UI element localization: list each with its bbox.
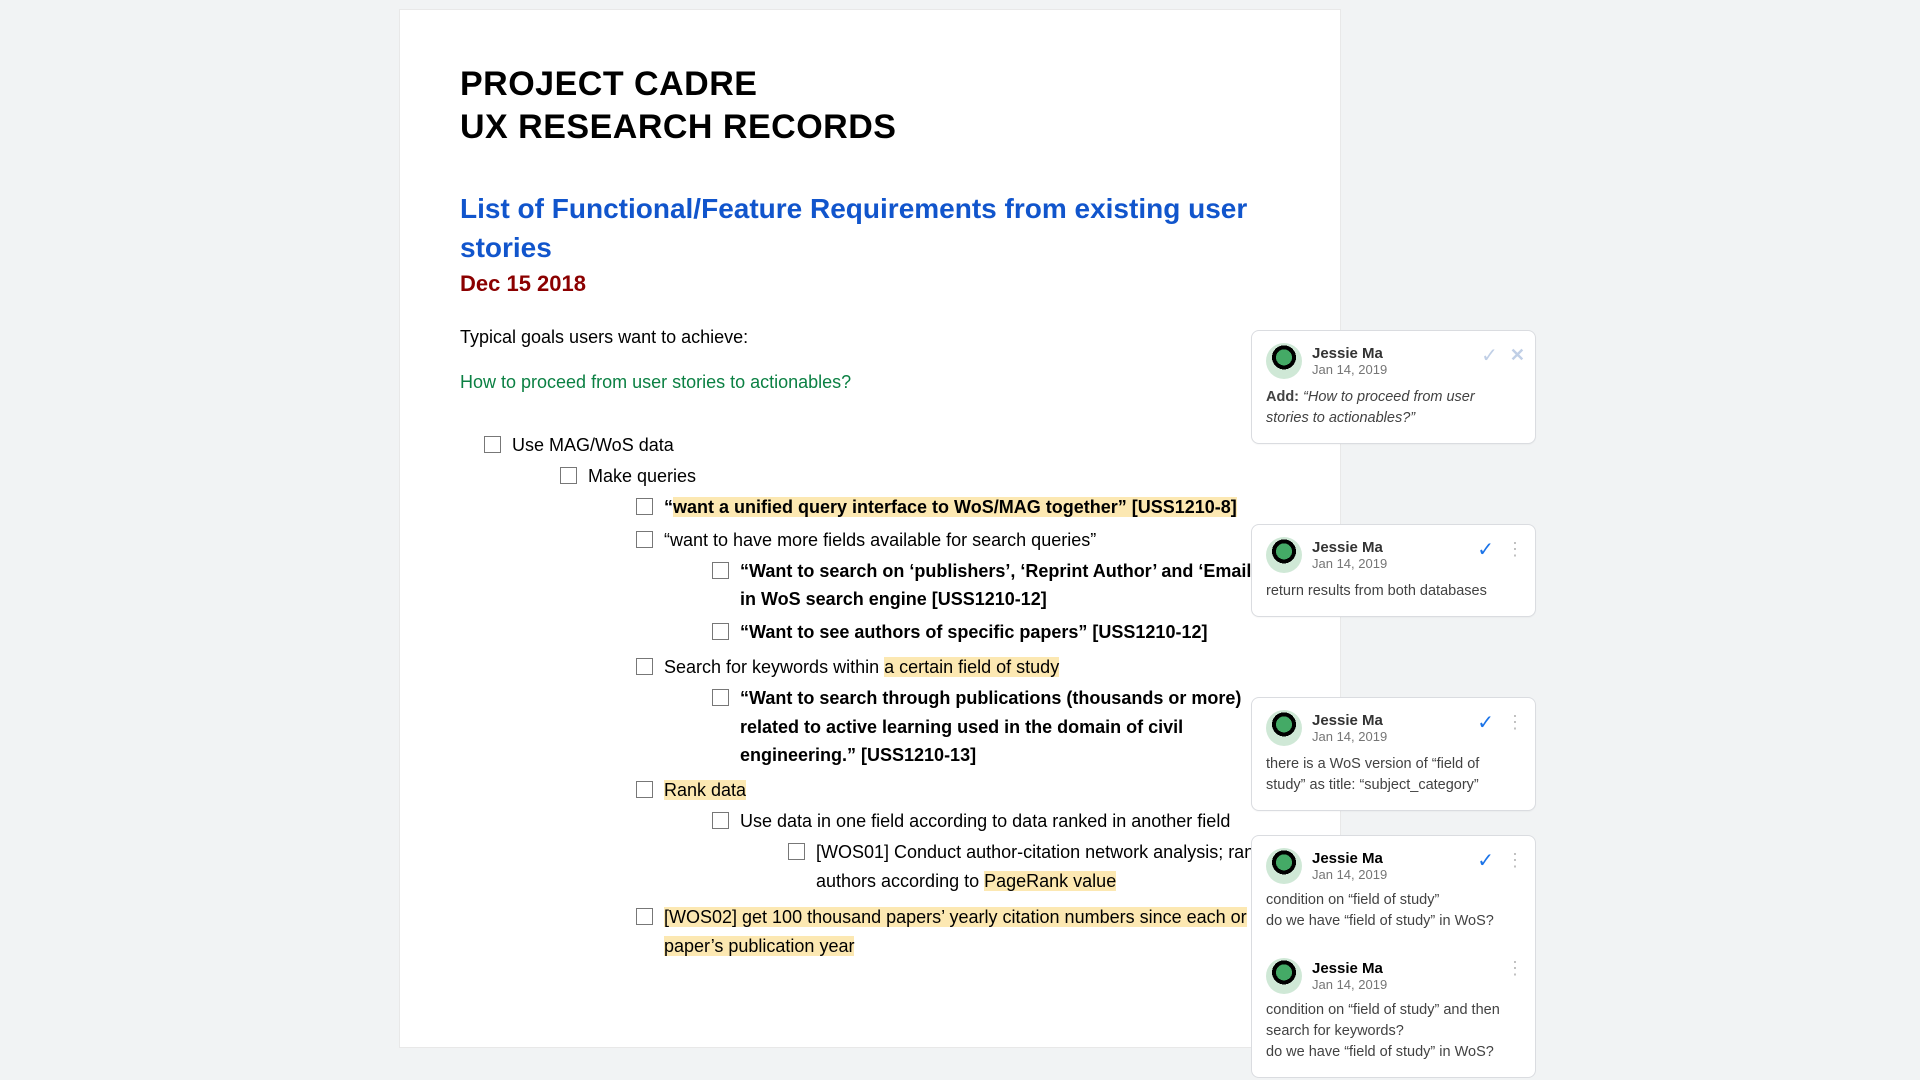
comment-card[interactable]: ✓ ⋮ Jessie Ma Jan 14, 2019 return result… [1251, 524, 1536, 617]
check-icon[interactable]: ✓ [1477, 537, 1494, 562]
comment-author: Jessie Ma [1312, 345, 1387, 362]
comment-date: Jan 14, 2019 [1312, 556, 1387, 571]
text: Search for keywords within [664, 657, 884, 677]
comment-author: Jessie Ma [1312, 539, 1387, 556]
doc-subtitle: List of Functional/Feature Requirements … [460, 189, 1280, 267]
checklist-tree: Use MAG/WoS data Make queries “want a un… [460, 429, 1280, 967]
comment-label: Add: [1266, 389, 1299, 405]
doc-proceed-link[interactable]: How to proceed from user stories to acti… [460, 372, 1280, 393]
comment-body: condition on “field of study” do we have… [1266, 890, 1521, 932]
avatar [1266, 537, 1302, 573]
comment-card[interactable]: ✓ ⋮ Jessie Ma Jan 14, 2019 there is a Wo… [1251, 697, 1536, 811]
list-item[interactable]: “want to have more fields available for … [636, 524, 1280, 651]
more-icon[interactable]: ⋮ [1506, 850, 1525, 871]
highlighted-text: want a unified query interface to WoS/MA… [673, 497, 1237, 517]
list-item[interactable]: “Want to search on ‘publishers’, ‘Reprin… [712, 555, 1280, 617]
doc-date: Dec 15 2018 [460, 271, 1280, 297]
comment-body: return results from both databases [1266, 581, 1521, 602]
comment-date: Jan 14, 2019 [1312, 362, 1387, 377]
close-icon[interactable]: ✕ [1510, 345, 1525, 366]
check-icon[interactable]: ✓ [1477, 710, 1494, 735]
comments-column: ✓ ✕ Jessie Ma Jan 14, 2019 Add: “How to … [1251, 330, 1536, 1080]
list-item-label: “Want to search on ‘publishers’, ‘Reprin… [740, 561, 1269, 610]
list-item[interactable]: Search for keywords within a certain fie… [636, 651, 1280, 774]
check-icon[interactable]: ✓ [1481, 343, 1498, 368]
list-item[interactable]: “Want to see authors of specific papers”… [712, 616, 1280, 649]
text: “ [664, 497, 673, 517]
list-item[interactable]: Make queries “want a unified query inter… [560, 460, 1280, 965]
avatar [1266, 343, 1302, 379]
comment-line: condition on “field of study” and then s… [1266, 1000, 1521, 1042]
list-item[interactable]: [WOS01] Conduct author-citation network … [788, 836, 1280, 898]
more-icon[interactable]: ⋮ [1506, 539, 1525, 560]
highlighted-text: PageRank value [984, 871, 1116, 891]
comment-date: Jan 14, 2019 [1312, 867, 1387, 882]
list-item[interactable]: “want a unified query interface to WoS/M… [636, 491, 1280, 524]
list-item[interactable]: Use data in one field according to data … [712, 805, 1280, 899]
comment-line: do we have “field of study” in WoS? [1266, 1042, 1521, 1063]
highlighted-text: Rank data [664, 780, 746, 800]
list-item[interactable]: Rank data Use data in one field accordin… [636, 774, 1280, 901]
comment-line: condition on “field of study” [1266, 890, 1521, 911]
list-item[interactable]: [WOS02] get 100 thousand papers’ yearly … [636, 901, 1280, 963]
list-item-label: Make queries [588, 466, 696, 486]
comment-author: Jessie Ma [1312, 960, 1387, 977]
comment-author: Jessie Ma [1312, 712, 1387, 729]
list-item-label: “Want to see authors of specific papers”… [740, 622, 1207, 642]
comment-thread[interactable]: ✓ ⋮ Jessie Ma Jan 14, 2019 condition on … [1251, 835, 1536, 1078]
comment-author: Jessie Ma [1312, 850, 1387, 867]
list-item[interactable]: Use MAG/WoS data Make queries “want a un… [484, 429, 1280, 967]
list-item-label: “want to have more fields available for … [664, 530, 1096, 550]
more-icon[interactable]: ⋮ [1506, 712, 1525, 733]
list-item[interactable]: “Want to search through publications (th… [712, 682, 1280, 772]
check-icon[interactable]: ✓ [1477, 848, 1494, 873]
doc-intro: Typical goals users want to achieve: [460, 327, 1280, 348]
comment-body: Add: “How to proceed from user stories t… [1266, 387, 1521, 429]
comment-date: Jan 14, 2019 [1312, 729, 1387, 744]
doc-title-line2: UX RESEARCH RECORDS [460, 108, 1280, 147]
avatar [1266, 958, 1302, 994]
comment-line: do we have “field of study” in WoS? [1266, 911, 1521, 932]
comment-card[interactable]: ✓ ✕ Jessie Ma Jan 14, 2019 Add: “How to … [1251, 330, 1536, 444]
document: PROJECT CADRE UX RESEARCH RECORDS List o… [400, 10, 1340, 1047]
doc-title-line1: PROJECT CADRE [460, 65, 1280, 104]
comment-date: Jan 14, 2019 [1312, 977, 1387, 992]
highlighted-text: [WOS02] get 100 thousand papers’ yearly … [664, 907, 1247, 927]
avatar [1266, 710, 1302, 746]
comment-body: condition on “field of study” and then s… [1266, 1000, 1521, 1063]
list-item-label: Use data in one field according to data … [740, 811, 1230, 831]
list-item-label: Use MAG/WoS data [512, 435, 674, 455]
comment-body: there is a WoS version of “field of stud… [1266, 754, 1521, 796]
more-icon[interactable]: ⋮ [1506, 958, 1525, 979]
highlighted-text: a certain field of study [884, 657, 1059, 677]
list-item-label: “Want to search through publications (th… [740, 688, 1241, 766]
avatar [1266, 848, 1302, 884]
